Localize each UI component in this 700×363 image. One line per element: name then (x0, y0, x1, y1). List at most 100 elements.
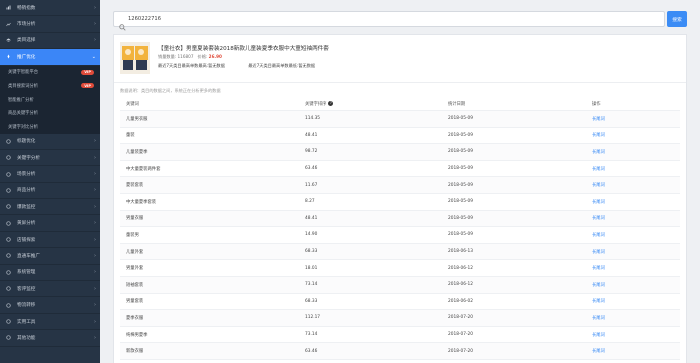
longtail-link[interactable]: 长尾词 (592, 233, 605, 238)
search-icon (119, 16, 126, 31)
longtail-link[interactable]: 长尾词 (592, 150, 605, 155)
rank-cell: 68.33 (305, 298, 318, 304)
longtail-link[interactable]: 长尾词 (592, 167, 605, 172)
longtail-link[interactable]: 长尾词 (592, 183, 605, 188)
chevron-right-icon: › (94, 154, 96, 161)
keyword-cell: 儿童装夏季 (126, 149, 148, 155)
chevron-right-icon: › (94, 220, 96, 227)
product-title[interactable]: 【童社衣】男童夏装套装2018新款儿童装夏季衣服中大童短袖两件套 (158, 44, 329, 52)
help-icon[interactable]: ? (328, 100, 334, 106)
search-button[interactable]: 搜索 (667, 11, 687, 27)
sidebar-item[interactable]: 市场分析 › (0, 16, 100, 33)
product-card: 【童社衣】男童夏装套装2018新款儿童装夏季衣服中大童短袖两件套 销量数量: 1… (120, 42, 660, 78)
chevron-right-icon: › (94, 269, 96, 276)
longtail-link[interactable]: 长尾词 (592, 216, 605, 221)
submenu-item[interactable]: 商品关键字分析 (0, 106, 100, 120)
longtail-link[interactable]: 长尾词 (592, 266, 605, 271)
scene-icon (6, 171, 11, 177)
table-row: 夏季衣服 112.17 2018-07-20 长尾词 (120, 310, 680, 327)
sidebar-item[interactable]: 爆款监控 › (0, 199, 100, 216)
product-thumbnail[interactable] (120, 42, 150, 74)
product-rank: 最近7天类目最高单数最高:暂无数据 最近7天类目最高单数最低:暂无数据 (158, 63, 337, 69)
longtail-link[interactable]: 长尾词 (592, 299, 605, 304)
rank-cell: 73.14 (305, 282, 318, 288)
chevron-right-icon: › (94, 236, 96, 243)
sidebar-item[interactable]: 畅销指数 › (0, 0, 100, 17)
date-cell: 2018-07-20 (448, 332, 473, 338)
key-icon (6, 155, 11, 160)
submenu-item[interactable]: 关键字智能平台 VIP (0, 66, 100, 80)
sidebar-item[interactable]: 其他功能 › (0, 330, 100, 347)
rank-cell: 8.27 (305, 199, 315, 205)
action-cell: 长尾词 (592, 182, 680, 188)
sidebar-item[interactable]: 黄屏分析 › (0, 215, 100, 232)
search-value: 1260222716 (128, 16, 162, 22)
sidebar-item[interactable]: 直通车推广 › (0, 248, 100, 265)
date-cell: 2018-05-09 (448, 215, 473, 221)
divider (114, 82, 686, 83)
shop-icon (6, 237, 11, 242)
keyword-cell: 童装男 (126, 232, 139, 238)
date-cell: 2018-06-13 (448, 249, 473, 255)
sidebar-item-label: 类目选择 (17, 38, 36, 44)
keyword-cell: 男童衣服 (126, 216, 144, 222)
sidebar-item-label: 市场分析 (17, 22, 36, 28)
rank-cell: 73.14 (305, 332, 318, 338)
longtail-link[interactable]: 长尾词 (592, 117, 605, 122)
keyword-cell: 男童外套 (126, 266, 144, 272)
sidebar-item[interactable]: 商品分析 › (0, 183, 100, 200)
sidebar-item[interactable]: 关键字分析 › (0, 150, 100, 167)
box-icon (6, 188, 11, 193)
search-input[interactable]: 1260222716 (113, 11, 665, 31)
table-row: 中大童夏装两件套 63.46 2018-05-09 长尾词 (120, 161, 680, 178)
table-row: 童装男 14.90 2018-05-09 长尾词 (120, 227, 680, 244)
action-cell: 长尾词 (592, 215, 680, 221)
sidebar-item[interactable]: 系统管理 › (0, 265, 100, 282)
sidebar-item[interactable]: 物流转移 › (0, 297, 100, 314)
submenu-item[interactable]: 智能推广分析 (0, 93, 100, 107)
rank-low: 最近7天类目最高单数最低:暂无数据 (248, 63, 316, 68)
action-cell: 长尾词 (592, 232, 680, 238)
sidebar-item-label: 推广优化 (17, 54, 36, 60)
action-cell: 长尾词 (592, 265, 680, 271)
longtail-link[interactable]: 长尾词 (592, 349, 605, 354)
longtail-link[interactable]: 长尾词 (592, 250, 605, 255)
product-meta: 销量数量: 116807 价格: 26.90 (158, 54, 222, 60)
line-chart-icon (6, 22, 11, 27)
chevron-right-icon: › (94, 302, 96, 309)
sidebar-item-label: 系统管理 (17, 270, 36, 276)
longtail-link[interactable]: 长尾词 (592, 316, 605, 321)
sidebar-item[interactable]: 店铺探索 › (0, 232, 100, 249)
keyword-table: 关键词 关键字排序? 统计日期 操作 儿童男衣服 114.35 2018-05-09… (120, 97, 680, 360)
keyword-cell: 纯棉男夏季 (126, 332, 148, 338)
chevron-right-icon: › (94, 203, 96, 210)
action-cell: 长尾词 (592, 249, 680, 255)
table-row: 新款衣服 63.46 2018-07-20 长尾词 (120, 343, 680, 360)
table-row: 短袖套装 73.14 2018-06-12 长尾词 (120, 276, 680, 294)
longtail-link[interactable]: 长尾词 (592, 200, 605, 205)
sidebar-item[interactable]: 客评监控 › (0, 281, 100, 298)
date-cell: 2018-05-09 (448, 199, 473, 205)
sidebar-item[interactable]: 标题优化 › (0, 134, 100, 150)
longtail-link[interactable]: 长尾词 (592, 133, 605, 138)
chevron-right-icon: › (94, 252, 96, 259)
longtail-link[interactable]: 长尾词 (592, 333, 605, 338)
sidebar-item-active[interactable]: 推广优化 ⌄ (0, 49, 100, 66)
rank-cell: 68.33 (305, 249, 318, 255)
sidebar-item[interactable]: 类目选择 › (0, 33, 100, 50)
rank-cell: 112.17 (305, 315, 321, 321)
sidebar-item[interactable]: 实用工具 › (0, 314, 100, 331)
keyword-cell: 儿童男衣服 (126, 116, 148, 122)
sidebar-item[interactable]: 场景分析 › (0, 166, 100, 183)
sidebar-item-label: 爆款监控 (17, 204, 36, 210)
rank-cell: 11.67 (305, 182, 318, 188)
date-cell: 2018-06-12 (448, 282, 473, 288)
submenu-item[interactable]: 类目搜索词分析 VIP (0, 79, 100, 93)
table-row: 纯棉男夏季 73.14 2018-07-20 长尾词 (120, 327, 680, 344)
sidebar-item-label: 客评监控 (17, 286, 36, 292)
submenu-item[interactable]: 关键字对比分析 (0, 120, 100, 134)
action-cell: 长尾词 (592, 116, 680, 122)
longtail-link[interactable]: 长尾词 (592, 283, 605, 288)
header-date: 统计日期 (448, 101, 466, 107)
sidebar-item-label: 实用工具 (17, 319, 36, 325)
